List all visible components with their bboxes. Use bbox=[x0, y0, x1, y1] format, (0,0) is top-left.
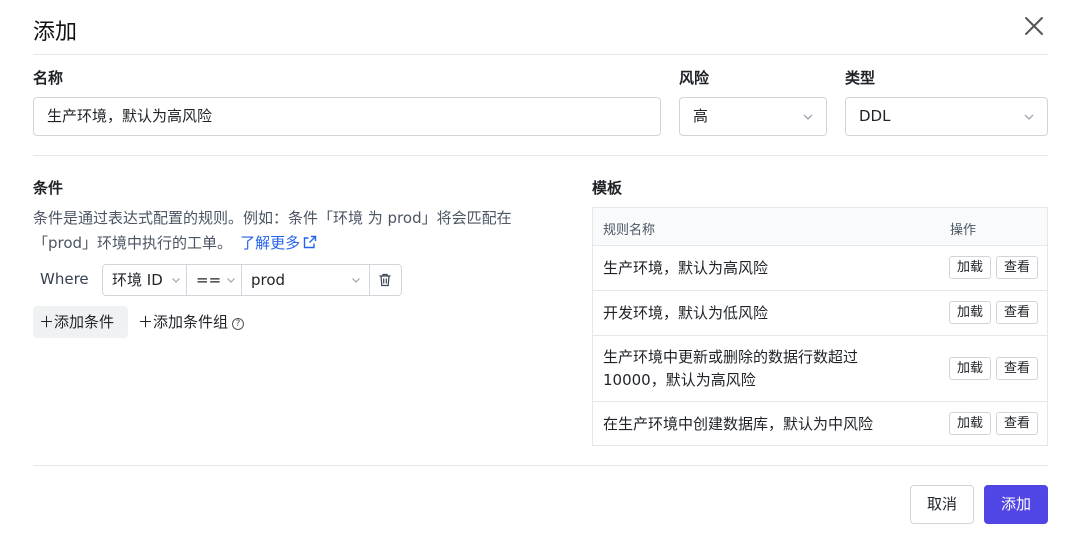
close-icon bbox=[1025, 17, 1043, 35]
learn-more-link[interactable]: 了解更多 bbox=[240, 234, 317, 252]
chevron-down-icon bbox=[227, 278, 235, 283]
risk-select-value: 高 bbox=[693, 107, 709, 125]
cancel-button[interactable]: 取消 bbox=[910, 485, 974, 524]
add-condition-button[interactable]: ＋添加条件 bbox=[33, 306, 128, 338]
templates-label: 模板 bbox=[592, 179, 623, 197]
help-icon[interactable]: ? bbox=[232, 318, 245, 330]
name-input-value: 生产环境，默认为高风险 bbox=[47, 107, 213, 125]
field-select[interactable]: 环境 ID bbox=[103, 265, 187, 295]
where-label: Where bbox=[40, 270, 89, 288]
chevron-down-icon bbox=[803, 114, 813, 120]
conditions-label: 条件 bbox=[33, 179, 64, 197]
value-select[interactable]: prod bbox=[242, 265, 370, 295]
trash-icon bbox=[379, 273, 391, 287]
chevron-down-icon bbox=[352, 278, 360, 283]
column-header-ops: 操作 bbox=[950, 223, 977, 238]
rule-name: 开发环境，默认为低风险 bbox=[603, 304, 769, 322]
table-row: 生产环境，默认为高风险 加载 查看 bbox=[593, 246, 1047, 291]
view-button[interactable]: 查看 bbox=[996, 256, 1038, 279]
view-button[interactable]: 查看 bbox=[996, 357, 1038, 380]
field-select-value: 环境 ID bbox=[112, 271, 163, 289]
rule-name: 生产环境，默认为高风险 bbox=[603, 259, 769, 277]
add-condition-group-button[interactable]: ＋添加条件组? bbox=[138, 306, 245, 338]
type-select-value: DDL bbox=[859, 107, 891, 125]
conditions-description: 条件是通过表达式配置的规则。例如：条件「环境 为 prod」将会匹配在「prod… bbox=[33, 206, 563, 256]
external-link-icon bbox=[303, 235, 317, 249]
load-button[interactable]: 加载 bbox=[949, 301, 991, 324]
name-label: 名称 bbox=[33, 69, 64, 87]
add-condition-label: 添加条件 bbox=[54, 313, 115, 331]
plus-icon: ＋ bbox=[138, 313, 154, 331]
operator-select-value: == bbox=[196, 271, 222, 289]
name-input[interactable]: 生产环境，默认为高风险 bbox=[33, 97, 661, 136]
rule-name: 在生产环境中创建数据库，默认为中风险 bbox=[603, 415, 874, 433]
table-row: 在生产环境中创建数据库，默认为中风险 加载 查看 bbox=[593, 402, 1047, 446]
learn-more-text: 了解更多 bbox=[240, 234, 301, 252]
value-select-value: prod bbox=[251, 271, 286, 289]
submit-add-button[interactable]: 添加 bbox=[984, 485, 1048, 524]
table-row: 生产环境中更新或删除的数据行数超过 10000，默认为高风险 加载 查看 bbox=[593, 336, 1047, 402]
operator-select[interactable]: == bbox=[187, 265, 242, 295]
close-button[interactable] bbox=[1022, 14, 1046, 38]
load-button[interactable]: 加载 bbox=[949, 412, 991, 435]
plus-icon: ＋ bbox=[39, 313, 55, 331]
view-button[interactable]: 查看 bbox=[996, 412, 1038, 435]
section-divider bbox=[33, 155, 1048, 156]
rule-name: 生产环境中更新或删除的数据行数超过 10000，默认为高风险 bbox=[603, 348, 859, 389]
templates-table: 规则名称 操作 生产环境，默认为高风险 加载 查看 开发环境，默认为低风险 加载… bbox=[592, 207, 1048, 446]
risk-label: 风险 bbox=[679, 69, 710, 87]
table-row: 开发环境，默认为低风险 加载 查看 bbox=[593, 291, 1047, 336]
load-button[interactable]: 加载 bbox=[949, 357, 991, 380]
view-button[interactable]: 查看 bbox=[996, 301, 1038, 324]
type-label: 类型 bbox=[845, 69, 876, 87]
footer-divider bbox=[33, 465, 1048, 466]
chevron-down-icon bbox=[1024, 114, 1034, 120]
table-header: 规则名称 操作 bbox=[593, 208, 1047, 246]
chevron-down-icon bbox=[172, 278, 180, 283]
risk-select[interactable]: 高 bbox=[679, 97, 827, 136]
page-title: 添加 bbox=[33, 20, 78, 45]
add-condition-group-label: 添加条件组 bbox=[153, 313, 229, 331]
load-button[interactable]: 加载 bbox=[949, 256, 991, 279]
type-select[interactable]: DDL bbox=[845, 97, 1048, 136]
column-header-name: 规则名称 bbox=[603, 223, 656, 238]
delete-condition-button[interactable] bbox=[370, 265, 401, 295]
header-divider bbox=[33, 54, 1048, 55]
condition-row: 环境 ID == prod bbox=[102, 264, 402, 296]
